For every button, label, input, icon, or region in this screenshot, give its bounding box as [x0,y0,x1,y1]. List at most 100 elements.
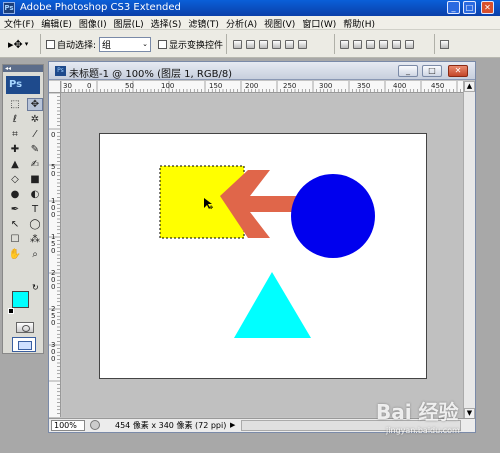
brush-tool-icon[interactable]: ✎ [27,143,43,156]
canvas-artwork: ✥ [159,165,375,338]
blur-tool-icon[interactable]: ● [7,188,23,201]
tools-grid: ⬚ ✥ ℓ ✲ ⌗ ⁄ ✚ ✎ ▲ ✍ ◇ ■ ● ◐ ✒ T ↖ ◯ ☐ ⁂ ✋ ⌕ [7,98,43,261]
align-top-icon[interactable] [233,39,242,49]
screen-mode-icon[interactable] [12,337,36,352]
cyan-triangle[interactable] [234,272,311,338]
ruler-label: 300 [319,82,332,90]
distribute-left-icon[interactable] [379,39,388,49]
distribute-hcenter-icon[interactable] [392,39,401,49]
chevron-down-icon: ⌄ [142,40,149,48]
maximize-button[interactable]: □ [463,1,476,14]
foreground-color-swatch[interactable] [12,291,29,308]
move-tool-icon[interactable]: ✥ [27,98,43,111]
divider [334,34,335,54]
slice-tool-icon[interactable]: ⁄ [27,128,43,141]
app-title: Adobe Photoshop CS3 Extended [20,2,181,13]
auto-select-checkbox[interactable] [46,39,55,49]
blue-circle[interactable] [291,174,375,258]
photoshop-app-icon: Ps [3,2,15,14]
gradient-tool-icon[interactable]: ■ [27,173,43,186]
ruler-label: 0 [51,283,55,291]
menu-file[interactable]: 文件(F) [0,16,37,30]
healing-brush-tool-icon[interactable]: ✚ [7,143,23,156]
scroll-up-icon[interactable]: ▲ [464,81,475,92]
align-buttons-group [233,39,307,49]
watermark-url: jingyan.baidu.com [386,426,460,435]
ruler-label: 0 [51,247,55,255]
image-canvas[interactable]: ✥ [99,133,427,379]
distribute-right-icon[interactable] [405,39,414,49]
document-maximize-button[interactable]: □ [422,65,442,77]
distribute-top-icon[interactable] [340,39,349,49]
ruler-label: 200 [245,82,258,90]
auto-select-label: 自动选择: [57,40,97,51]
pen-tool-icon[interactable]: ✒ [7,203,23,216]
auto-align-layers-icon[interactable] [440,39,449,49]
align-bottom-icon[interactable] [259,39,268,49]
horizontal-ruler[interactable]: 30 0 50 100 150 200 250 300 350 400 450 [61,81,463,93]
photoshop-logo: Ps [6,76,40,94]
magic-wand-tool-icon[interactable]: ✲ [27,113,43,126]
distribute-buttons-group [340,39,414,49]
menu-help[interactable]: 帮助(H) [339,16,378,30]
document-title-bar[interactable]: Ps 未标题-1 @ 100% (图层 1, RGB/8) _ □ ✕ [49,62,475,80]
status-menu-arrow-icon[interactable]: ▶ [230,420,239,431]
eraser-tool-icon[interactable]: ◇ [7,173,23,186]
ruler-label: 250 [283,82,296,90]
clone-stamp-tool-icon[interactable]: ▲ [7,158,23,171]
ruler-label: 0 [51,131,55,139]
shape-tool-icon[interactable]: ◯ [27,218,43,231]
tools-panel-grip[interactable]: ◂◂ [3,65,43,72]
minimize-button[interactable]: _ [447,1,460,14]
swap-colors-icon[interactable]: ↻ [32,283,39,292]
close-button[interactable]: ✕ [481,1,494,14]
app-title-bar: Ps Adobe Photoshop CS3 Extended _ □ ✕ [0,0,500,16]
menu-view[interactable]: 视图(V) [260,16,298,30]
ruler-origin[interactable] [49,81,61,93]
menu-bar: 文件(F) 编辑(E) 图像(I) 图层(L) 选择(S) 滤镜(T) 分析(A… [0,16,500,30]
menu-edit[interactable]: 编辑(E) [37,16,75,30]
align-right-icon[interactable] [298,39,307,49]
zoom-level-field[interactable]: 100% [51,420,85,431]
ruler-label: 400 [393,82,406,90]
show-transform-controls-checkbox[interactable] [158,39,167,49]
distribute-bottom-icon[interactable] [366,39,375,49]
tool-preset-picker[interactable]: ▸✥ ▾ [8,30,28,58]
eyedropper-tool-icon[interactable]: ⁂ [27,233,43,246]
type-tool-icon[interactable]: T [27,203,43,216]
document-icon: Ps [55,66,66,76]
vertical-scrollbar[interactable]: ▲ ▼ [463,81,475,419]
ruler-label: 50 [125,82,134,90]
zoom-tool-icon[interactable]: ⌕ [27,248,43,261]
quick-mask-icon[interactable] [16,322,34,333]
notes-tool-icon[interactable]: ☐ [7,233,23,246]
vertical-ruler[interactable]: 0 5 0 1 0 0 1 5 0 2 0 0 2 5 0 3 0 0 [49,93,61,417]
align-hcenter-icon[interactable] [285,39,294,49]
distribute-vcenter-icon[interactable] [353,39,362,49]
menu-window[interactable]: 窗口(W) [298,16,339,30]
menu-layer[interactable]: 图层(L) [110,16,147,30]
crop-tool-icon[interactable]: ⌗ [7,128,23,141]
auto-select-value: 组 [102,40,112,51]
document-close-button[interactable]: ✕ [448,65,468,77]
align-vcenter-icon[interactable] [246,39,255,49]
menu-analysis[interactable]: 分析(A) [222,16,260,30]
menu-select[interactable]: 选择(S) [147,16,185,30]
pasteboard: ✥ [62,94,463,417]
lasso-tool-icon[interactable]: ℓ [7,113,23,126]
menu-image[interactable]: 图像(I) [75,16,110,30]
default-colors-icon[interactable] [8,308,14,314]
ruler-label: 0 [51,319,55,327]
hand-tool-icon[interactable]: ✋ [7,248,23,261]
document-minimize-button[interactable]: _ [398,65,418,77]
ruler-label: 0 [87,82,91,90]
dodge-tool-icon[interactable]: ◐ [27,188,43,201]
marquee-tool-icon[interactable]: ⬚ [7,98,23,111]
history-brush-tool-icon[interactable]: ✍ [27,158,43,171]
auto-select-dropdown[interactable]: 组 ⌄ [99,36,152,52]
path-selection-tool-icon[interactable]: ↖ [7,218,23,231]
status-icon[interactable] [90,420,100,430]
menu-filter[interactable]: 滤镜(T) [184,16,222,30]
ruler-label: 0 [51,355,55,363]
align-left-icon[interactable] [272,39,281,49]
